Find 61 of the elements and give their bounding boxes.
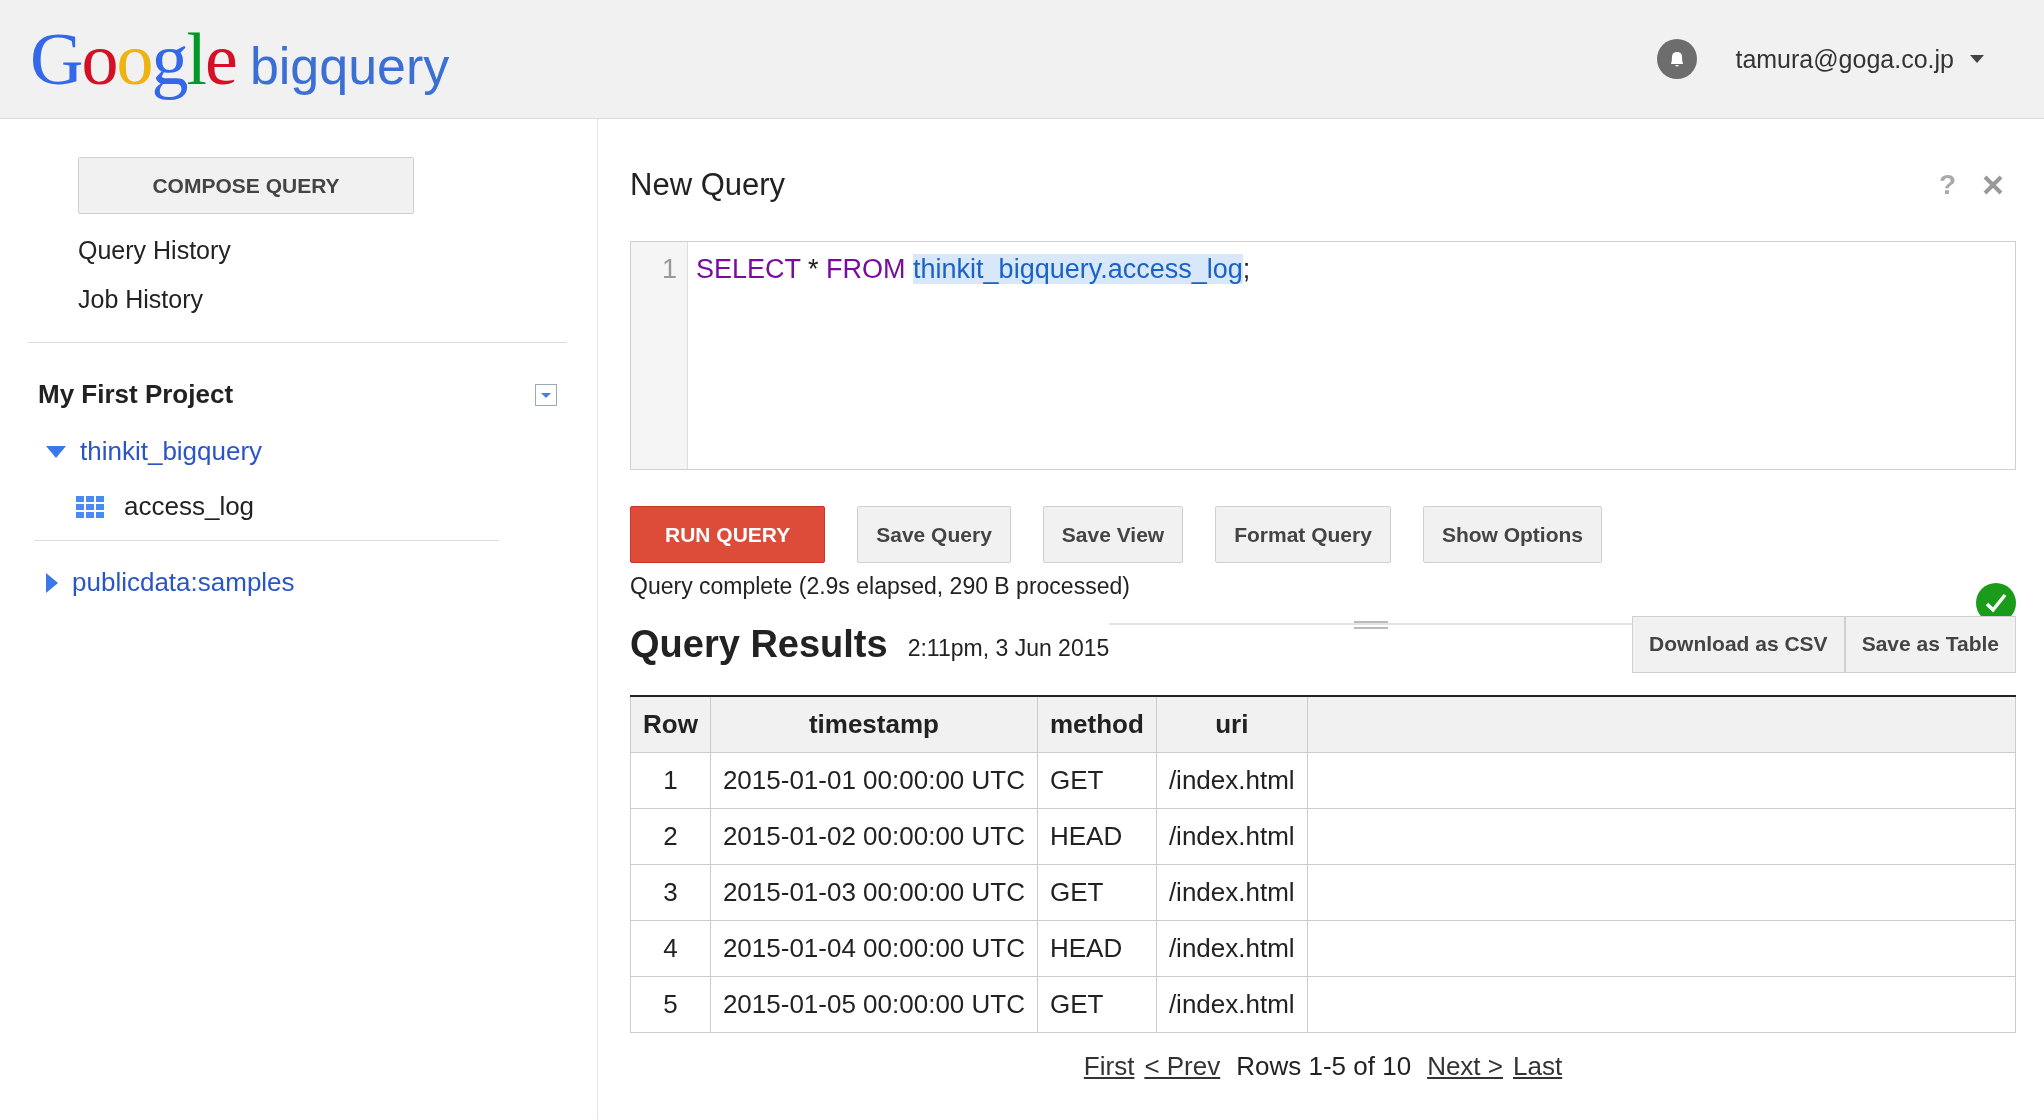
dataset-link[interactable]: publicdata:samples	[72, 567, 295, 598]
table-cell: /index.html	[1156, 976, 1308, 1033]
rows-summary: Rows 1-5 of 10	[1236, 1051, 1412, 1082]
table-cell: 2	[630, 808, 711, 865]
column-header: method	[1037, 696, 1157, 753]
table-cell: 2015-01-02 00:00:00 UTC	[710, 808, 1038, 865]
column-header: timestamp	[710, 696, 1038, 753]
query-title: New Query	[630, 167, 786, 203]
table-cell: GET	[1037, 752, 1157, 809]
status-message: Query complete (2.9s elapsed, 290 B processed)	[630, 573, 1130, 600]
table-cell: 2015-01-01 00:00:00 UTC	[710, 752, 1038, 809]
table-cell: 2015-01-05 00:00:00 UTC	[710, 976, 1038, 1033]
table-cell: HEAD	[1037, 808, 1157, 865]
results-title: Query Results	[630, 622, 888, 666]
table-cell: 2015-01-04 00:00:00 UTC	[710, 920, 1038, 977]
line-number: 1	[661, 254, 677, 284]
table-link[interactable]: access_log	[124, 491, 255, 522]
table-cell: 4	[630, 920, 711, 977]
table-cell: HEAD	[1037, 920, 1157, 977]
export-button[interactable]: Save as Table	[1844, 615, 2016, 673]
logo-wordmark: Google	[30, 16, 236, 102]
column-header: uri	[1156, 696, 1308, 753]
sidebar-link[interactable]: Query History	[78, 236, 231, 265]
collapsed-arrow-icon[interactable]	[46, 572, 58, 593]
code-line: SELECT * FROM thinkit_bigquery.access_log;	[695, 253, 1251, 285]
table-cell: 1	[630, 752, 711, 809]
bell-icon[interactable]	[1657, 39, 1698, 79]
next-page-link[interactable]: Next >	[1427, 1051, 1503, 1082]
project-name: My First Project	[38, 379, 234, 410]
resize-handle-icon[interactable]	[1353, 619, 1388, 631]
table-cell: 5	[630, 976, 711, 1033]
sidebar-link[interactable]: Job History	[78, 285, 204, 314]
product-name: bigquery	[249, 35, 450, 96]
table-cell: GET	[1037, 864, 1157, 921]
table-cell: /index.html	[1156, 808, 1308, 865]
previous-page-link[interactable]: < Prev	[1144, 1051, 1221, 1082]
caret-icon	[1970, 55, 1984, 63]
action-button[interactable]: Format Query	[1215, 506, 1391, 563]
last-page-link[interactable]: Last	[1513, 1051, 1563, 1082]
table-grid-icon	[76, 495, 104, 518]
query-editor[interactable]: 1 SELECT * FROM thinkit_bigquery.access_log;	[630, 241, 2016, 470]
table-cell: /index.html	[1156, 864, 1308, 921]
dataset-link[interactable]: thinkit_bigquery	[80, 436, 263, 467]
action-button[interactable]: Save View	[1042, 506, 1184, 563]
table-cell: GET	[1037, 976, 1157, 1033]
export-button[interactable]: Download as CSV	[1632, 615, 1845, 673]
table-cell: /index.html	[1156, 752, 1308, 809]
action-button[interactable]: Show Options	[1422, 506, 1603, 563]
expanded-arrow-icon[interactable]	[46, 445, 66, 458]
account-menu[interactable]: tamura@goga.co.jp	[1735, 44, 1984, 74]
table-cell: 3	[630, 864, 711, 921]
results-timestamp: 2:11pm, 3 Jun 2015	[907, 634, 1110, 662]
first-page-link[interactable]: First	[1083, 1051, 1135, 1082]
close-icon[interactable]	[1982, 174, 2004, 196]
column-header: Row	[630, 696, 711, 753]
table-cell: 2015-01-03 00:00:00 UTC	[710, 864, 1038, 921]
compose-query-button[interactable]: COMPOSE QUERY	[78, 157, 414, 214]
action-button[interactable]: RUN QUERY	[630, 506, 826, 563]
dropdown-icon[interactable]	[535, 383, 557, 406]
action-button[interactable]: Save Query	[857, 506, 1011, 563]
table-cell: /index.html	[1156, 920, 1308, 977]
